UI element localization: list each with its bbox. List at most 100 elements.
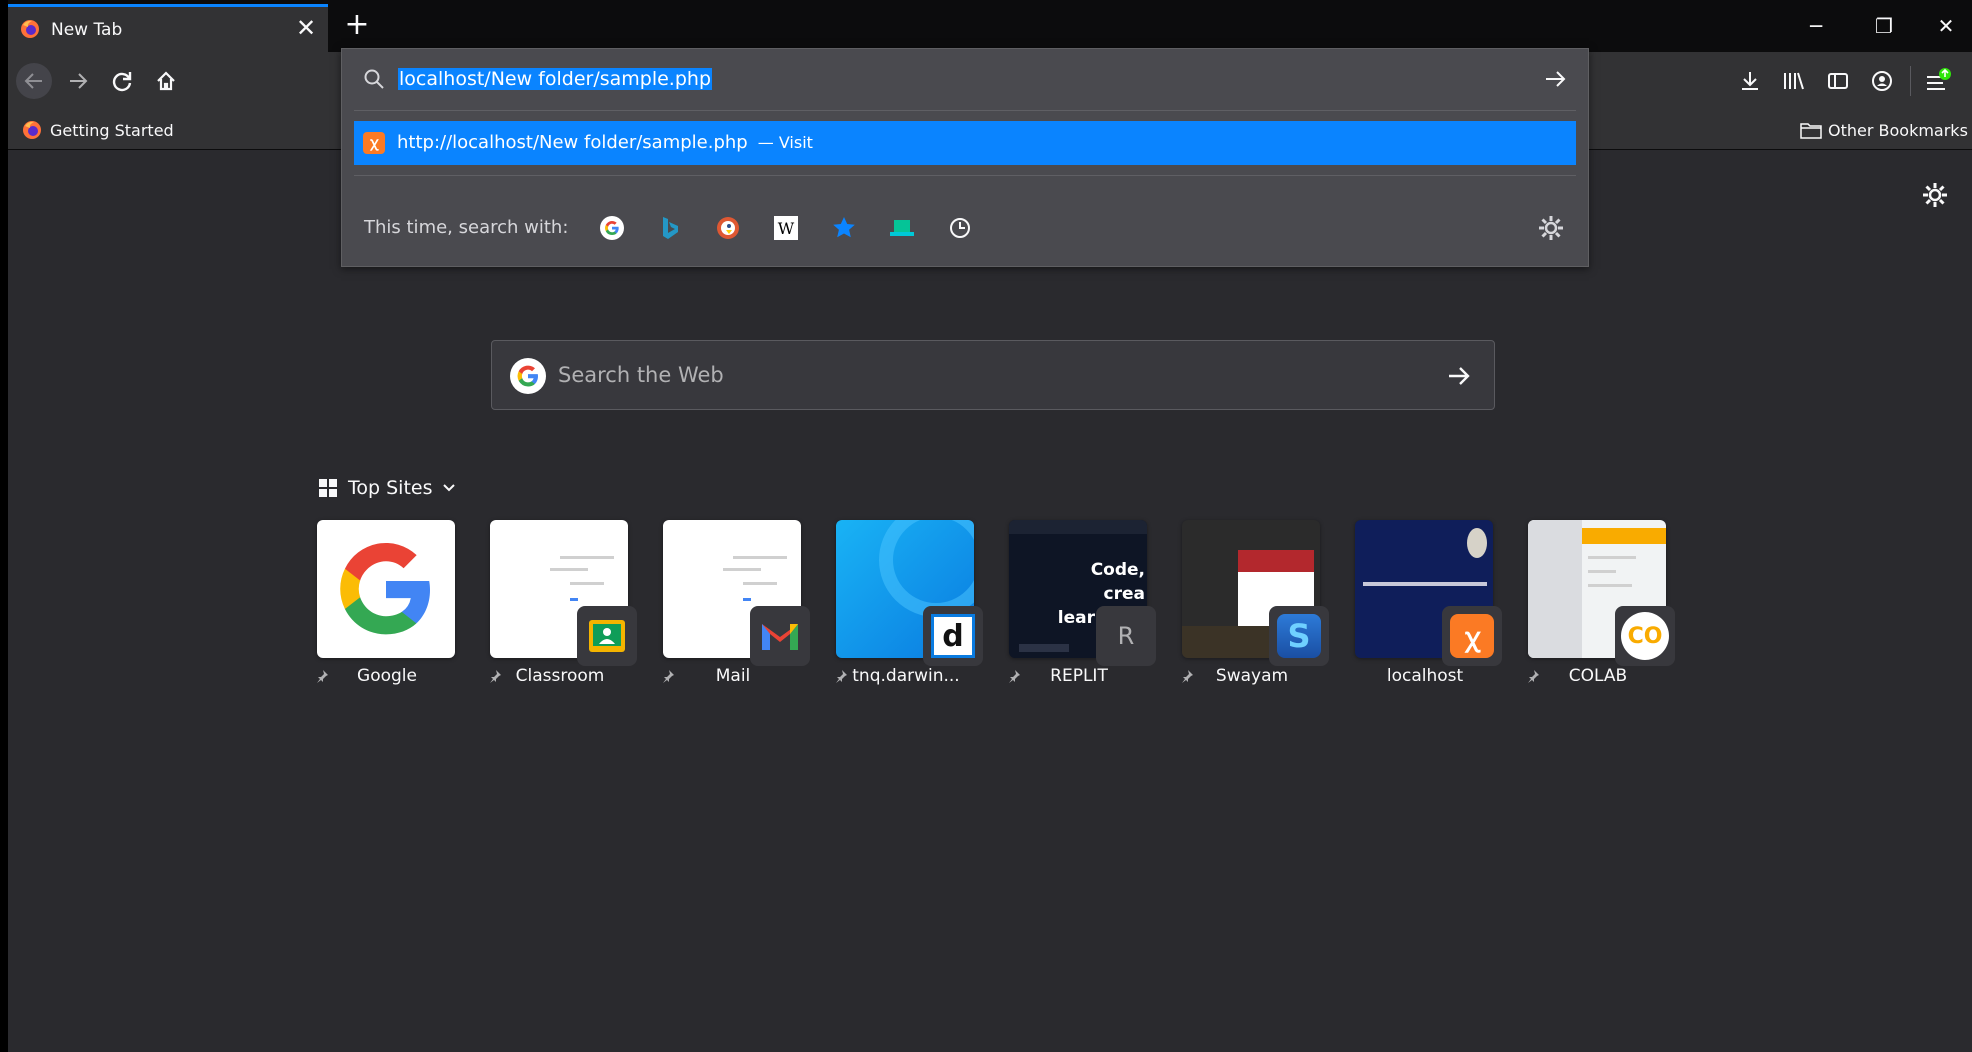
xampp-icon: ꭓ [1442,606,1502,666]
web-search-placeholder: Search the Web [558,363,724,387]
search-icon [364,69,384,89]
replit-badge-letter: R [1117,622,1135,650]
folder-icon [1800,123,1822,139]
top-site-swayam[interactable]: S Swayam [1182,520,1329,690]
bookmarks-star-icon [833,217,855,238]
web-search-box[interactable]: Search the Web [491,340,1495,410]
urlbar[interactable]: localhost/New folder/sample.php [342,49,1588,110]
browser-window: New Tab ✕ + ─ ❐ ✕ Getting Started Other … [8,0,1972,1052]
one-off-search-buttons: This time, search with: W [342,189,1588,267]
site-label: localhost [1386,666,1464,686]
google-icon [600,216,624,240]
xampp-icon: ꭓ [363,132,385,154]
top-site-google[interactable]: Google [317,520,457,690]
gmail-icon [750,606,810,666]
firefox-icon [23,121,41,139]
downloads-button[interactable] [1732,63,1768,99]
darwinbox-icon: d [923,606,983,666]
google-icon [510,358,546,394]
forward-arrow-icon [70,73,88,89]
go-button[interactable] [1542,65,1570,93]
urlbar-result-visit[interactable]: ꭓ http://localhost/New folder/sample.php… [354,121,1576,165]
google-icon [340,543,430,635]
account-icon [1872,71,1892,91]
app-menu-button[interactable] [1920,63,1956,99]
engine-google[interactable] [596,212,628,244]
tab-new-tab[interactable]: New Tab ✕ [8,4,328,52]
engine-history[interactable] [944,212,976,244]
engine-duckduckgo[interactable] [712,212,744,244]
site-label: Swayam [1215,666,1289,686]
toolbar-divider [1910,66,1911,96]
download-icon [1742,72,1758,90]
chevron-down-icon [443,484,456,492]
classroom-icon [577,606,637,666]
result-action: — Visit [757,133,813,152]
tab-title: New Tab [51,20,123,40]
reload-icon [112,72,132,92]
library-icon [1784,72,1804,90]
site-label: COLAB [1568,666,1628,686]
top-sites-header[interactable]: Top Sites [318,475,456,501]
gear-icon [1539,216,1563,240]
grid-icon [319,479,337,497]
restore-button[interactable]: ❐ [1860,8,1908,44]
site-label: REPLIT [1050,666,1108,686]
site-label: Google [357,666,417,686]
swayam-icon: S [1269,606,1329,666]
site-thumbnail [317,520,455,658]
replit-letter-icon: R [1096,606,1156,666]
tab-strip: New Tab ✕ + ─ ❐ ✕ [8,0,1972,52]
divider [354,110,1576,111]
search-arrow-icon[interactable] [1444,361,1474,391]
back-button[interactable] [16,63,52,99]
top-site-colab[interactable]: CO COLAB [1528,520,1675,690]
gear-icon [1923,183,1947,207]
sidebar-button[interactable] [1820,63,1856,99]
engine-wikipedia[interactable]: W [770,212,802,244]
duckduckgo-icon [717,217,739,239]
reload-button[interactable] [104,63,140,99]
engine-tabs[interactable] [886,212,918,244]
home-icon [157,71,175,91]
colab-badge-text: CO [1621,612,1669,660]
site-label: tnq.darwin... [852,666,960,686]
minimize-button[interactable]: ─ [1792,8,1840,44]
close-window-button[interactable]: ✕ [1922,8,1970,44]
sidebar-icon [1828,73,1848,89]
colab-icon: CO [1615,606,1675,666]
urlbar-selected-text: localhost/New folder/sample.php [398,68,713,90]
top-site-classroom[interactable]: Classroom [490,520,637,690]
wikipedia-icon: W [774,216,798,240]
other-bookmarks-folder[interactable]: Other Bookmarks [1799,117,1968,143]
back-arrow-icon [24,73,42,89]
library-button[interactable] [1776,63,1812,99]
home-button[interactable] [148,63,184,99]
tab-close-button[interactable]: ✕ [292,14,320,42]
forward-button[interactable] [60,63,96,99]
top-site-tnq-darwin[interactable]: d tnq.darwin... [836,520,983,690]
result-url: http://localhost/New folder/sample.php [397,132,748,153]
tabs-icon [890,220,914,236]
account-button[interactable] [1864,63,1900,99]
bookmark-label: Getting Started [50,120,174,140]
page-settings-button[interactable] [1920,180,1950,210]
bookmark-getting-started[interactable]: Getting Started [22,117,174,143]
search-with-label: This time, search with: [364,217,569,238]
top-site-mail[interactable]: Mail [663,520,810,690]
other-bookmarks-label: Other Bookmarks [1828,120,1968,140]
history-clock-icon [950,218,970,238]
bing-icon [663,217,678,239]
top-site-localhost[interactable]: ꭓ localhost [1355,520,1502,690]
top-site-replit[interactable]: Code, crea learn tog R REPLIT [1009,520,1156,690]
site-label: Classroom [515,666,605,686]
new-tab-button[interactable]: + [340,9,374,43]
menu-update-icon [1927,68,1951,90]
urlbar-input[interactable]: localhost/New folder/sample.php [398,65,713,93]
search-settings-button[interactable] [1536,213,1566,243]
urlbar-popup: localhost/New folder/sample.php ꭓ http:/… [341,48,1589,267]
svg-text:W: W [778,219,795,238]
engine-bing[interactable] [654,212,686,244]
go-arrow-icon [1546,71,1566,87]
engine-bookmarks[interactable] [828,212,860,244]
